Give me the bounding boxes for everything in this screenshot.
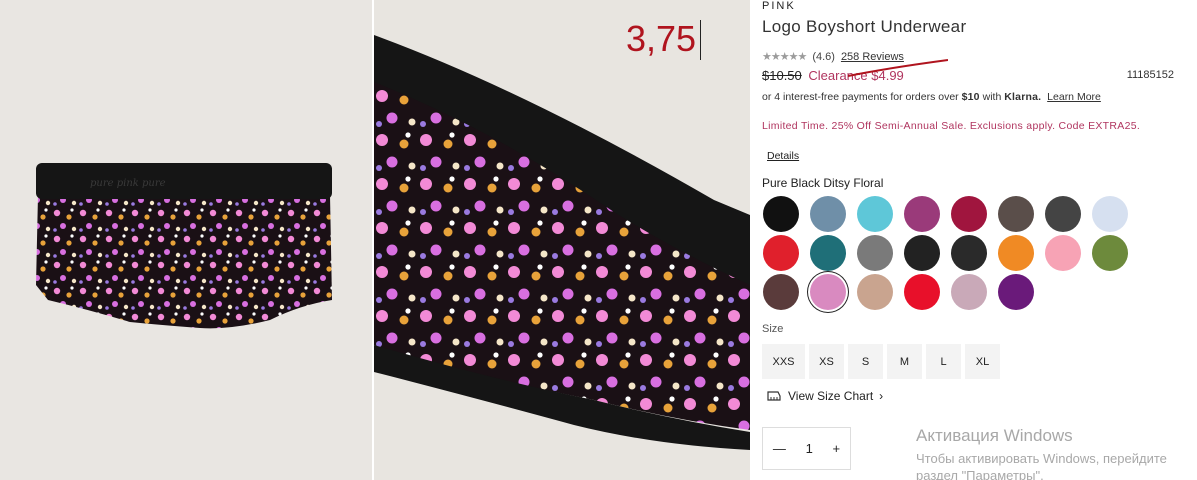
color-swatch[interactable] <box>998 235 1034 271</box>
color-swatch[interactable] <box>1045 196 1081 232</box>
color-swatch[interactable] <box>998 274 1034 310</box>
size-button-xxs[interactable]: XXS <box>762 344 805 379</box>
sku-number: 11185152 <box>1126 69 1174 81</box>
color-swatch[interactable] <box>763 235 799 271</box>
quantity-stepper: — 1 + <box>762 427 851 470</box>
windows-activation-title: Активация Windows <box>916 426 1073 445</box>
color-swatch[interactable] <box>1045 235 1081 271</box>
color-swatch[interactable] <box>1092 196 1128 232</box>
product-title: Logo Boyshort Underwear <box>762 17 967 36</box>
brand-label: PINK <box>762 0 796 12</box>
size-label: Size <box>762 323 784 335</box>
chevron-right-icon: › <box>879 389 884 403</box>
product-image-detail[interactable] <box>374 0 750 480</box>
quantity-increase-button[interactable]: + <box>833 441 841 456</box>
color-swatch[interactable] <box>951 274 987 310</box>
selected-color-name: Pure Black Ditsy Floral <box>762 176 884 190</box>
color-swatch[interactable] <box>810 274 846 310</box>
windows-activation-text: Чтобы активировать Windows, перейдите ра… <box>916 450 1197 480</box>
price-row: $10.50 Clearance $4.99 11185152 <box>762 68 1174 83</box>
rating-value: (4.6) <box>812 50 835 63</box>
klarna-with: with <box>982 91 1002 103</box>
size-button-l[interactable]: L <box>926 344 961 379</box>
color-swatch[interactable] <box>810 235 846 271</box>
klarna-learn-more-link[interactable]: Learn More <box>1047 91 1101 103</box>
size-chart-link[interactable]: View Size Chart › <box>766 389 883 403</box>
quantity-decrease-button[interactable]: — <box>773 441 786 456</box>
color-swatch[interactable] <box>951 196 987 232</box>
ruler-icon <box>767 391 781 401</box>
color-swatch[interactable] <box>1092 235 1128 271</box>
color-swatch[interactable] <box>810 196 846 232</box>
underwear-closeup-illustration <box>374 35 750 450</box>
svg-text:pure pink pure: pure pink pure <box>90 178 166 189</box>
overlay-number: 3,75 <box>626 18 697 59</box>
color-swatch[interactable] <box>763 274 799 310</box>
size-options: XXS XS S M L XL <box>762 344 1000 379</box>
text-cursor <box>700 20 701 60</box>
size-button-m[interactable]: M <box>887 344 922 379</box>
klarna-amount: $10 <box>961 91 980 103</box>
color-swatch[interactable] <box>998 196 1034 232</box>
klarna-logo: Klarna. <box>1004 91 1042 103</box>
quantity-value[interactable]: 1 <box>806 441 813 456</box>
color-swatch[interactable] <box>904 196 940 232</box>
product-image-main[interactable]: pure pink pure <box>0 0 372 480</box>
color-swatch[interactable] <box>857 274 893 310</box>
color-swatch[interactable] <box>951 235 987 271</box>
color-swatch[interactable] <box>904 274 940 310</box>
windows-activation-line: Чтобы активировать Windows, перейдите <box>916 451 1167 466</box>
size-button-xs[interactable]: XS <box>809 344 844 379</box>
promo-text: Limited Time. 25% Off Semi-Annual Sale. … <box>762 120 1141 132</box>
size-chart-label: View Size Chart <box>788 389 874 403</box>
color-swatch[interactable] <box>904 235 940 271</box>
original-price: $10.50 <box>762 68 802 83</box>
star-rating-icon: ★★★★★ <box>762 51 807 63</box>
color-swatch[interactable] <box>857 196 893 232</box>
color-swatch[interactable] <box>857 235 893 271</box>
red-strike-annotation <box>848 59 948 77</box>
klarna-payment-info: or 4 interest-free payments for orders o… <box>762 91 1101 103</box>
product-info-panel: PINK Logo Boyshort Underwear ★★★★★ (4.6)… <box>762 0 1192 480</box>
underwear-illustration: pure pink pure <box>36 163 332 329</box>
klarna-text: or 4 interest-free payments for orders o… <box>762 91 959 103</box>
windows-activation-line: раздел "Параметры". <box>916 468 1044 480</box>
promo-details-link[interactable]: Details <box>767 150 799 162</box>
size-button-xl[interactable]: XL <box>965 344 1000 379</box>
color-swatch[interactable] <box>763 196 799 232</box>
size-button-s[interactable]: S <box>848 344 883 379</box>
